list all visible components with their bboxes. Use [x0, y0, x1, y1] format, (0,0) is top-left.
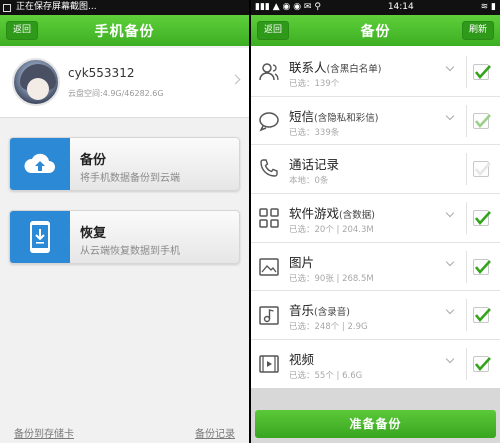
- backup-home-screen: 正在保存屏幕截图... 返回 手机备份 cyk553312 云盘空间:4.9G/…: [0, 0, 249, 443]
- item-title: 图片: [289, 254, 315, 270]
- item-subtitle: 已选：248个 | 2.9G: [289, 322, 368, 333]
- backup-desc: 将手机数据备份到云端: [80, 173, 180, 184]
- item-checkbox[interactable]: [473, 307, 491, 324]
- item-checkbox[interactable]: [473, 210, 491, 227]
- apps-icon: [259, 208, 279, 228]
- contacts-icon: [259, 63, 279, 81]
- backup-select-screen: ▮▮▮ ▲ ◉ ◉ ✉ ⚲ 14:14 ≋ ▮ 返回 备份 刷新 联系人(含黑白…: [251, 0, 500, 443]
- screenshot-icon: [3, 3, 11, 12]
- restore-desc: 从云端恢复数据到手机: [80, 246, 180, 257]
- backup-records-link[interactable]: 备份记录: [195, 425, 235, 440]
- item-subtitle: 已选：139个: [289, 79, 340, 89]
- phone-download-icon: [10, 211, 70, 263]
- title-bar: 返回 手机备份: [0, 15, 249, 46]
- account-row[interactable]: cyk553312 云盘空间:4.9G/46282.6G: [0, 48, 249, 118]
- check-icon: [474, 65, 491, 80]
- list-item-contacts[interactable]: 联系人(含黑白名单) 已选：139个: [251, 48, 500, 97]
- item-checkbox[interactable]: [473, 64, 491, 80]
- item-title: 联系人(含黑白名单): [289, 60, 382, 75]
- back-button[interactable]: 返回: [257, 21, 290, 40]
- storage-info: 云盘空间:4.9G/46282.6G: [68, 89, 164, 98]
- chevron-down-icon[interactable]: [445, 354, 455, 364]
- prepare-backup-button[interactable]: 准备备份: [255, 410, 496, 438]
- chevron-down-icon[interactable]: [445, 111, 455, 120]
- avatar: [12, 58, 60, 106]
- chevron-right-icon: [230, 74, 241, 85]
- status-text: 正在保存屏幕截图...: [16, 2, 97, 12]
- phone-icon: [260, 159, 278, 178]
- music-icon: [259, 306, 279, 326]
- page-title: 手机备份: [94, 23, 155, 40]
- item-subtitle: 已选：90张 | 268.5M: [289, 273, 374, 284]
- check-icon: [474, 113, 491, 128]
- item-title: 通话记录: [289, 157, 340, 173]
- item-subtitle: 本地：0条: [289, 176, 329, 187]
- video-icon: [259, 355, 279, 373]
- title-bar: 返回 备份 刷新: [251, 15, 500, 46]
- check-icon: [474, 308, 491, 323]
- footer-bar: 准备备份: [251, 388, 500, 443]
- item-checkbox[interactable]: [473, 161, 491, 178]
- backup-title: 备份: [80, 153, 107, 168]
- status-time: 14:14: [387, 2, 414, 12]
- status-bar: 正在保存屏幕截图...: [0, 0, 249, 15]
- check-icon: [474, 162, 491, 177]
- username: cyk553312: [68, 66, 135, 80]
- list-item-images[interactable]: 图片 已选：90张 | 268.5M: [251, 242, 500, 292]
- item-title: 软件游戏(含数据): [289, 206, 375, 222]
- chevron-down-icon[interactable]: [445, 306, 455, 315]
- item-title: 短信(含隐私和彩信): [289, 108, 379, 124]
- list-item-call-log[interactable]: 通话记录 本地：0条: [251, 145, 500, 195]
- chevron-down-icon[interactable]: [445, 257, 455, 266]
- list-item-music[interactable]: 音乐(含录音) 已选：248个 | 2.9G: [251, 291, 500, 341]
- chevron-down-icon[interactable]: [445, 208, 455, 218]
- item-subtitle: 已选：55个 | 6.6G: [289, 371, 363, 382]
- backup-item-list: 联系人(含黑白名单) 已选：139个 短信(含隐私和彩信) 已选：339条 通话…: [251, 48, 500, 389]
- check-icon: [474, 211, 491, 226]
- page-title: 备份: [360, 23, 391, 40]
- image-icon: [259, 258, 279, 276]
- list-item-video[interactable]: 视频 已选：55个 | 6.6G: [251, 340, 500, 389]
- signal-icon: ▮▮▮ ▲ ◉ ◉ ✉ ⚲: [255, 2, 321, 12]
- item-title: 视频: [289, 352, 315, 368]
- cloud-upload-icon: [10, 138, 70, 190]
- restore-card[interactable]: 恢复 从云端恢复数据到手机: [9, 210, 240, 264]
- list-item-sms[interactable]: 短信(含隐私和彩信) 已选：339条: [251, 96, 500, 146]
- backup-to-sd-link[interactable]: 备份到存储卡: [14, 425, 74, 440]
- check-icon: [474, 259, 491, 274]
- refresh-button[interactable]: 刷新: [461, 21, 494, 40]
- item-checkbox[interactable]: [473, 112, 491, 129]
- item-checkbox[interactable]: [473, 356, 491, 373]
- check-icon: [474, 357, 491, 372]
- sms-icon: [259, 111, 279, 132]
- back-button[interactable]: 返回: [6, 21, 39, 40]
- item-subtitle: 已选：339条: [289, 127, 340, 138]
- list-item-apps[interactable]: 软件游戏(含数据) 已选：20个 | 204.3M: [251, 194, 500, 243]
- item-title: 音乐(含录音): [289, 303, 350, 319]
- bottom-links: 备份到存储卡 备份记录: [0, 422, 249, 443]
- item-subtitle: 已选：20个 | 204.3M: [289, 225, 374, 236]
- chevron-down-icon[interactable]: [445, 62, 455, 72]
- item-checkbox[interactable]: [473, 258, 491, 275]
- restore-title: 恢复: [80, 226, 107, 241]
- backup-card[interactable]: 备份 将手机数据备份到云端: [9, 137, 240, 191]
- battery-icon: ≋ ▮: [480, 2, 496, 12]
- status-bar: ▮▮▮ ▲ ◉ ◉ ✉ ⚲ 14:14 ≋ ▮: [251, 0, 500, 15]
